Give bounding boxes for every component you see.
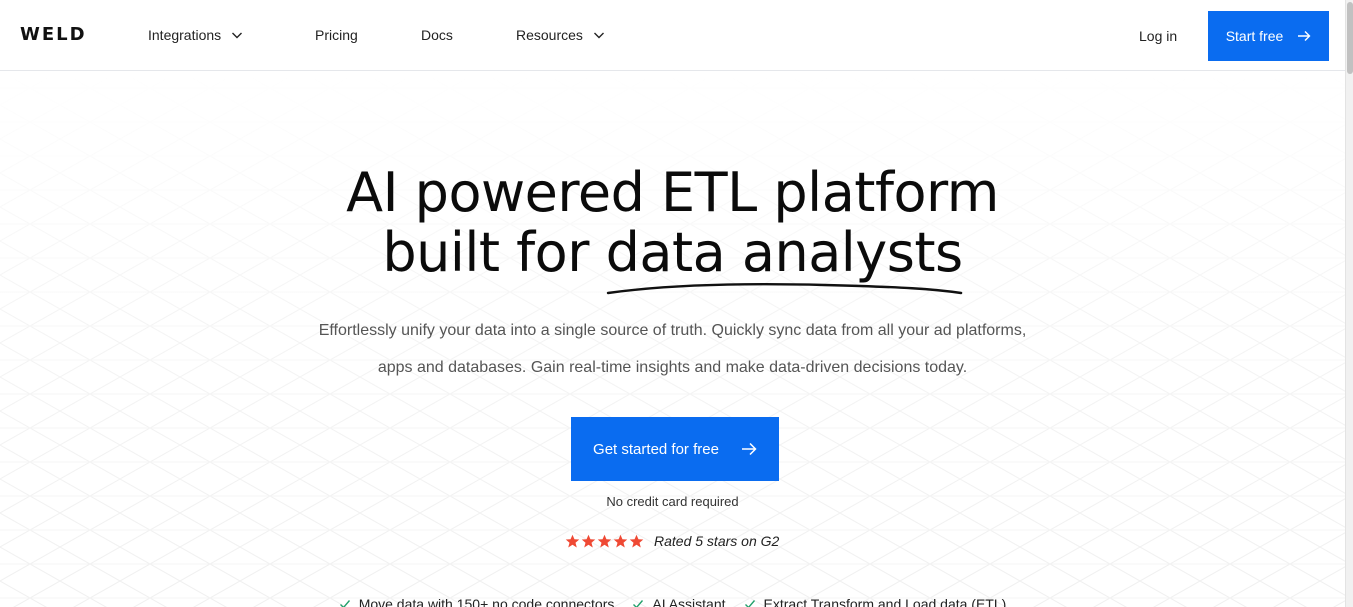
feature-item: Move data with 150+ no code connectors xyxy=(339,596,615,607)
star-icon xyxy=(597,534,612,547)
nav-integrations-label: Integrations xyxy=(148,27,222,43)
star-icon xyxy=(581,534,596,547)
start-free-button[interactable]: Start free xyxy=(1208,11,1329,61)
chevron-down-icon xyxy=(232,32,243,39)
page: WELD Integrations Pricing Docs Resources… xyxy=(0,0,1353,607)
start-free-label: Start free xyxy=(1225,28,1284,44)
hero-subtitle-line2: apps and databases. Gain real-time insig… xyxy=(377,359,968,376)
star-icon xyxy=(629,534,644,547)
login-link[interactable]: Log in xyxy=(1139,28,1177,44)
nav-docs-label: Docs xyxy=(421,27,453,43)
star-rating xyxy=(565,534,644,549)
check-icon xyxy=(339,600,350,607)
hero-title-line2: built for data analysts xyxy=(0,221,1345,295)
nav-pricing-label: Pricing xyxy=(315,27,358,43)
hero-title-line1: AI powered ETL platform xyxy=(346,161,999,224)
page-scrollbar[interactable] xyxy=(1345,0,1353,607)
star-icon xyxy=(613,534,628,547)
nav-resources-label: Resources xyxy=(516,27,583,43)
check-icon xyxy=(744,600,755,607)
get-started-label: Get started for free xyxy=(593,440,719,458)
nav-resources[interactable]: Resources xyxy=(516,27,605,43)
feature-item: Extract Transform and Load data (ETL) xyxy=(744,596,1007,607)
feature-label: Move data with 150+ no code connectors xyxy=(358,596,615,607)
hero-title-highlight-wrap: data analysts xyxy=(605,221,964,295)
feature-label: AI Assistant xyxy=(652,596,726,607)
star-icon xyxy=(565,534,580,547)
weld-logo[interactable]: WELD xyxy=(20,24,87,45)
chevron-down-icon xyxy=(593,32,604,39)
nav-integrations[interactable]: Integrations xyxy=(148,27,243,43)
scribble-underline xyxy=(606,283,962,295)
feature-list: Move data with 150+ no code connectors A… xyxy=(0,596,1345,607)
g2-rating: Rated 5 stars on G2 xyxy=(565,533,779,549)
rating-text: Rated 5 stars on G2 xyxy=(654,533,780,549)
check-icon xyxy=(633,600,644,607)
nav-pricing[interactable]: Pricing xyxy=(315,27,358,43)
get-started-button[interactable]: Get started for free xyxy=(571,417,779,481)
site-header: WELD Integrations Pricing Docs Resources… xyxy=(0,0,1345,71)
hero-title-highlight: data analysts xyxy=(605,221,964,284)
hero-subtitle-line1: Effortlessly unify your data into a sing… xyxy=(318,322,1027,339)
arrow-right-icon xyxy=(1298,31,1311,41)
scrollbar-thumb[interactable] xyxy=(1347,2,1353,74)
no-credit-card-note: No credit card required xyxy=(606,494,739,509)
nav-docs[interactable]: Docs xyxy=(421,27,453,43)
arrow-right-icon xyxy=(741,442,757,456)
feature-item: AI Assistant xyxy=(632,596,726,607)
hero-title-prefix: built for xyxy=(382,221,606,284)
feature-label: Extract Transform and Load data (ETL) xyxy=(763,596,1007,607)
